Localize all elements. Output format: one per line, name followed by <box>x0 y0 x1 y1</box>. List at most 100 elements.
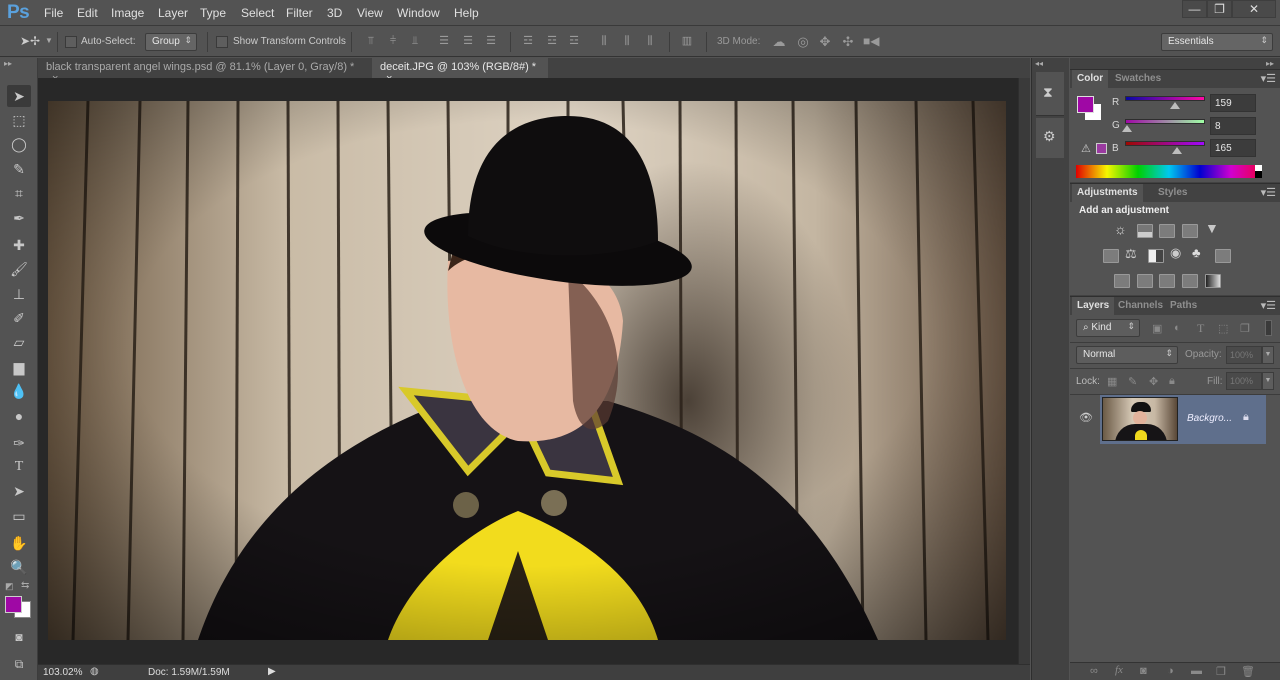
quick-mask-icon[interactable]: ◙ <box>7 626 31 648</box>
minimize-button[interactable]: — <box>1182 0 1207 18</box>
menu-image[interactable]: Image <box>111 6 144 20</box>
quick-selection-tool[interactable]: ✎ <box>7 158 31 180</box>
tab-swatches[interactable]: Swatches <box>1110 70 1166 88</box>
tool-preset-dropdown-icon[interactable]: ▼ <box>45 36 53 45</box>
add-mask-icon[interactable]: ◙ <box>1140 665 1147 677</box>
lock-position-icon[interactable]: ✥ <box>1149 375 1158 388</box>
spot-healing-tool[interactable]: ✚ <box>7 234 31 256</box>
zoom-level[interactable]: 103.02% <box>43 667 82 678</box>
align-left-edges-icon[interactable]: ☰ <box>437 35 451 48</box>
brightness-contrast-icon[interactable]: ☼ <box>1114 221 1127 237</box>
hue-saturation-icon[interactable] <box>1103 249 1119 263</box>
distribute-top-icon[interactable]: ☲ <box>521 35 535 48</box>
close-button[interactable]: ✕ <box>1232 0 1276 18</box>
panel-menu-icon[interactable]: ▾☰ <box>1261 186 1276 199</box>
tab-adjustments[interactable]: Adjustments <box>1072 184 1143 202</box>
delete-layer-icon[interactable]: 🗑︎ <box>1241 665 1255 678</box>
gradient-tool[interactable]: ▆ <box>7 356 31 378</box>
color-balance-icon[interactable]: ⚖ <box>1125 246 1137 262</box>
invert-icon[interactable] <box>1114 274 1130 288</box>
exposure-icon[interactable] <box>1182 224 1198 238</box>
hand-tool[interactable]: ✋ <box>7 532 31 554</box>
visibility-eye-icon[interactable]: 👁︎ <box>1079 411 1093 424</box>
filter-adjustment-icon[interactable]: ◐ <box>1174 322 1181 334</box>
drag-3d-icon[interactable]: ✥ <box>818 35 832 48</box>
fill-dropdown-icon[interactable]: ▼ <box>1262 372 1274 390</box>
eraser-tool[interactable]: ▱ <box>7 331 31 353</box>
menu-filter[interactable]: Filter <box>286 6 313 20</box>
slide-3d-icon[interactable]: ✣ <box>841 35 855 48</box>
layer-name[interactable]: Backgro... <box>1187 413 1232 424</box>
align-bottom-edges-icon[interactable]: ⫫ <box>408 35 422 48</box>
move-tool-icon[interactable]: ➤✢ <box>20 34 40 48</box>
new-adjustment-layer-icon[interactable]: ◑ <box>1167 665 1174 677</box>
r-slider-thumb[interactable] <box>1169 102 1180 109</box>
pen-tool[interactable]: ✑ <box>7 432 31 454</box>
distribute-vcenter-icon[interactable]: ☲ <box>545 35 559 48</box>
layer-filter-dropdown[interactable]: ⌕ Kind ⇕ <box>1076 319 1140 337</box>
tab-angel-wings[interactable]: black transparent angel wings.psd @ 81.1… <box>38 58 367 85</box>
auto-align-layers-icon[interactable]: ▥ <box>680 35 694 48</box>
tab-channels[interactable]: Channels <box>1113 297 1168 315</box>
lock-all-icon[interactable]: 🔒︎ <box>1169 375 1175 388</box>
new-group-icon[interactable]: ▬ <box>1191 665 1202 677</box>
rectangle-tool[interactable]: ▭ <box>7 505 31 527</box>
document-image[interactable] <box>48 101 1006 640</box>
filter-toggle-switch[interactable] <box>1265 320 1272 336</box>
clone-stamp-tool[interactable]: ⊥ <box>7 283 31 305</box>
menu-help[interactable]: Help <box>454 6 479 20</box>
gradient-map-icon[interactable] <box>1205 274 1221 288</box>
roll-3d-icon[interactable]: ◎ <box>796 35 810 48</box>
menu-view[interactable]: View <box>357 6 383 20</box>
menu-type[interactable]: Type <box>200 6 226 20</box>
dodge-tool[interactable]: ● <box>7 405 31 427</box>
brush-tool[interactable]: 🖌 <box>7 258 31 280</box>
vibrance-icon[interactable]: ▼ <box>1205 220 1219 236</box>
b-slider-track[interactable] <box>1125 141 1205 146</box>
history-brush-tool[interactable]: ✐ <box>7 307 31 329</box>
filter-shape-icon[interactable]: ⬚ <box>1218 322 1228 335</box>
blend-mode-dropdown[interactable]: Normal ⇕ <box>1076 346 1178 364</box>
filter-smart-object-icon[interactable]: ❐ <box>1240 322 1250 335</box>
default-colors-icon[interactable]: ◩ <box>5 581 14 592</box>
out-of-gamut-warning-icon[interactable]: ⚠ <box>1081 142 1091 155</box>
r-value-field[interactable]: 159 <box>1210 94 1256 112</box>
curves-icon[interactable] <box>1159 224 1175 238</box>
panel-menu-icon[interactable]: ▾☰ <box>1261 72 1276 85</box>
move-tool[interactable]: ➤ <box>7 85 31 107</box>
panel-menu-icon[interactable]: ▾☰ <box>1261 299 1276 312</box>
type-tool[interactable]: T <box>7 456 31 478</box>
layer-row-background[interactable]: 👁︎ Backgro... 🔒︎ <box>1070 395 1266 444</box>
lasso-tool[interactable]: ◯ <box>7 133 31 155</box>
screen-mode-icon[interactable]: ⧉ <box>7 653 31 675</box>
lock-transparent-pixels-icon[interactable]: ▦ <box>1107 375 1117 388</box>
path-selection-tool[interactable]: ➤ <box>7 480 31 502</box>
distribute-right-icon[interactable]: ⫼ <box>643 35 657 48</box>
fill-field[interactable]: 100% <box>1226 372 1262 390</box>
tab-deceit[interactable]: deceit.JPG @ 103% (RGB/8#) * × <box>372 58 548 85</box>
marquee-tool[interactable]: ⬚ <box>7 109 31 131</box>
expand-panels-icon[interactable]: ▸▸ <box>1266 59 1274 68</box>
g-slider-thumb[interactable] <box>1122 125 1133 132</box>
vertical-scrollbar[interactable] <box>1018 78 1030 664</box>
photo-filter-icon[interactable]: ◉ <box>1170 245 1181 261</box>
tab-color[interactable]: Color <box>1072 70 1109 88</box>
layer-thumbnail[interactable] <box>1102 397 1178 441</box>
auto-select-target-dropdown[interactable]: Group ⇕ <box>145 33 197 51</box>
show-transform-controls-checkbox[interactable] <box>216 36 228 48</box>
new-layer-icon[interactable]: ❐ <box>1216 665 1226 678</box>
collapse-dock-icon[interactable]: ◂◂ <box>1035 59 1043 68</box>
color-lookup-icon[interactable] <box>1215 249 1231 263</box>
align-vertical-centers-icon[interactable]: ⫩ <box>386 35 400 48</box>
tab-layers[interactable]: Layers <box>1072 297 1115 315</box>
levels-icon[interactable] <box>1137 224 1153 238</box>
scale-3d-camera-icon[interactable]: ■◀ <box>863 35 879 48</box>
gamut-color-chip[interactable] <box>1096 143 1107 154</box>
opacity-field[interactable]: 100% <box>1226 346 1262 364</box>
channel-mixer-icon[interactable]: ♣ <box>1192 245 1201 260</box>
b-slider-thumb[interactable] <box>1171 147 1182 154</box>
history-panel-button[interactable]: ⧗ <box>1036 72 1064 116</box>
auto-select-checkbox[interactable] <box>65 36 77 48</box>
tab-paths[interactable]: Paths <box>1165 297 1202 315</box>
eyedropper-tool[interactable]: ✒ <box>7 207 31 229</box>
